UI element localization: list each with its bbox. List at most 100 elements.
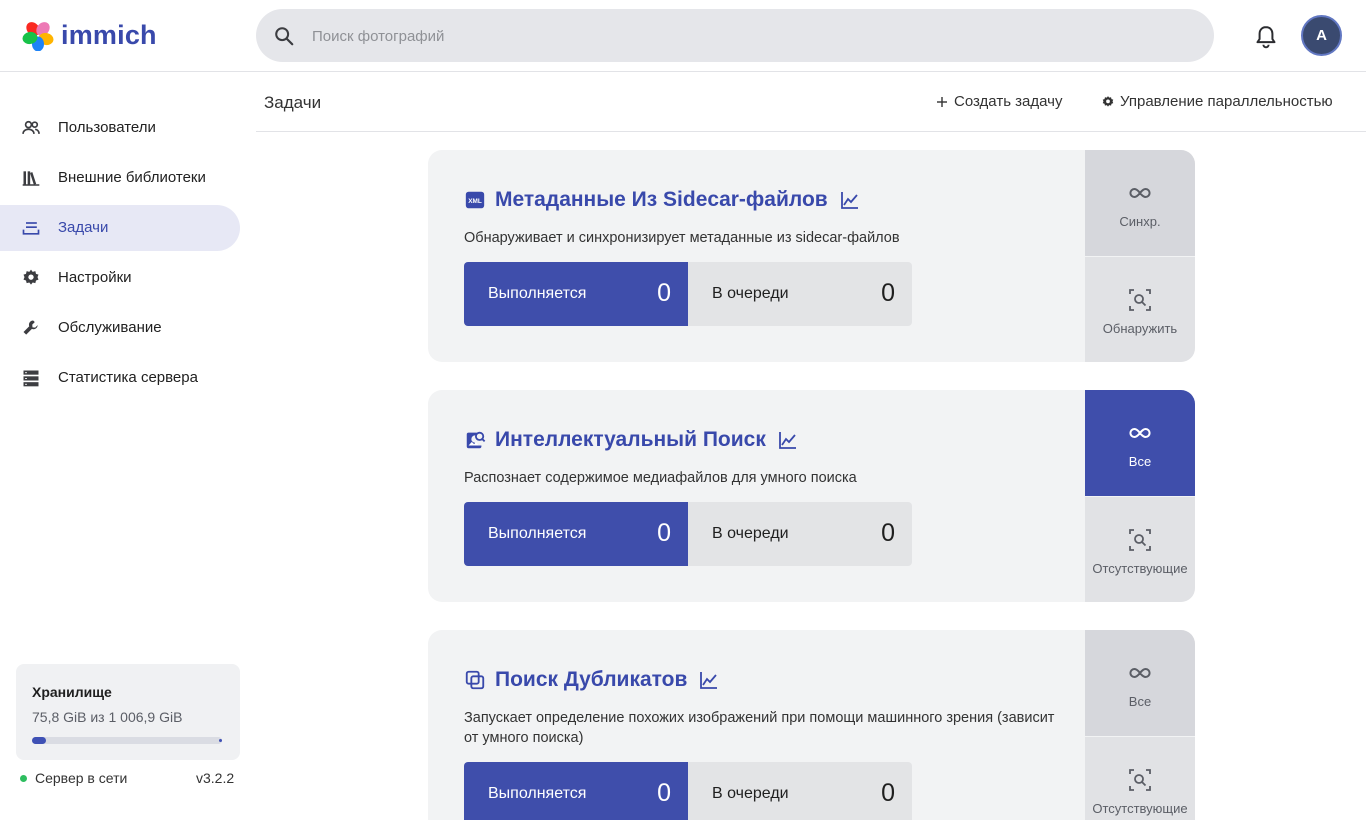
job-card-smart-search: Интеллектуальный Поиск Распознает содерж… [428,390,1195,602]
job-counters: Выполняется 0 В очереди 0 [464,262,912,326]
page-title: Задачи [264,93,322,112]
run-missing-label: Отсутствующие [1092,801,1188,816]
server-version[interactable]: v3.2.2 [196,770,234,786]
run-all-label: Все [1128,694,1152,709]
image-search-icon [466,431,486,449]
active-count: 0 [657,779,671,807]
sidebar-item-label: Внешние библиотеки [58,169,206,186]
discover-label: Обнаружить [1102,321,1178,336]
sidebar-item-maintenance[interactable]: Обслуживание [0,305,240,351]
sidebar-item-label: Пользователи [58,119,156,136]
storage-panel: Хранилище 75,8 GiB из 1 006,9 GiB [16,664,240,760]
jobs-icon [22,222,40,235]
active-label: Выполняется [488,525,587,542]
run-missing-label: Отсутствующие [1092,561,1188,576]
create-job-label: Создать задачу [954,93,1063,110]
duplicate-icon [465,670,485,690]
users-icon [22,120,40,134]
queued-label: В очереди [712,785,789,802]
storage-progress-fill [32,737,47,744]
job-title-row: XML Метаданные Из Sidecar-файлов [464,188,860,212]
chart-line-icon[interactable] [699,670,719,690]
server-status: Сервер в сети [20,770,127,786]
sidebar-item-server-stats[interactable]: Статистика сервера [0,355,240,401]
page-header: Задачи Создать задачу Управление паралле… [256,72,1366,132]
manage-concurrency-button[interactable]: Управление параллельностью [1101,93,1333,110]
active-label: Выполняется [488,785,587,802]
chart-line-icon[interactable] [840,190,860,210]
server-icon [23,370,39,387]
active-counter: Выполняется 0 [464,262,688,326]
gear-icon [23,269,39,285]
job-actions: Все Отсутствующие [1085,630,1195,820]
sidebar-item-label: Настройки [58,269,132,286]
immich-logo-icon [22,22,54,51]
library-icon [22,171,40,186]
active-count: 0 [657,279,671,307]
server-status-text: Сервер в сети [35,770,128,786]
run-all-button[interactable]: Все [1085,390,1195,496]
storage-progress-end [219,739,222,742]
manage-concurrency-label: Управление параллельностью [1120,93,1333,110]
job-description: Запускает определение похожих изображени… [464,710,1055,746]
run-missing-button[interactable]: Отсутствующие [1085,737,1195,820]
queued-counter: В очереди 0 [688,762,912,820]
queued-count: 0 [881,779,895,807]
infinity-icon [1129,187,1151,199]
sync-label: Синхр. [1119,214,1161,229]
status-dot-icon [20,774,27,782]
scan-search-icon [1129,289,1151,311]
discover-button[interactable]: Обнаружить [1085,257,1195,362]
sidebar-item-settings[interactable]: Настройки [0,255,240,301]
chart-line-icon[interactable] [778,430,798,450]
job-title-row: Поиск Дубликатов [464,668,719,692]
queued-count: 0 [881,519,895,547]
search-icon[interactable] [273,25,295,47]
sidebar-item-label: Обслуживание [58,319,162,336]
run-all-label: Все [1128,454,1152,469]
job-counters: Выполняется 0 В очереди 0 [464,762,912,820]
search-input[interactable] [312,21,1192,51]
gear-icon [1102,95,1114,107]
job-counters: Выполняется 0 В очереди 0 [464,502,912,566]
job-title: Метаданные Из Sidecar-файлов [495,188,828,211]
job-actions: Синхр. Обнаружить [1085,150,1195,362]
infinity-icon [1129,667,1151,679]
run-missing-button[interactable]: Отсутствующие [1085,497,1195,602]
storage-usage-text: 75,8 GiB из 1 006,9 GiB [32,709,183,725]
storage-title: Хранилище [32,684,112,700]
sidebar-item-label: Задачи [58,219,109,236]
sidebar-item-label: Статистика сервера [58,369,198,386]
bell-icon[interactable] [1252,23,1280,51]
sync-button[interactable]: Синхр. [1085,150,1195,256]
job-title: Интеллектуальный Поиск [495,428,766,451]
job-title: Поиск Дубликатов [495,668,688,691]
active-label: Выполняется [488,285,587,302]
job-actions: Все Отсутствующие [1085,390,1195,602]
xml-file-icon: XML [465,191,485,209]
sidebar-item-external-libraries[interactable]: Внешние библиотеки [0,155,240,201]
queued-counter: В очереди 0 [688,262,912,326]
queued-counter: В очереди 0 [688,502,912,566]
active-counter: Выполняется 0 [464,762,688,820]
queued-label: В очереди [712,525,789,542]
job-description: Распознает содержимое медиафайлов для ум… [464,470,857,486]
search-bar[interactable] [256,9,1214,62]
scan-search-icon [1129,769,1151,791]
user-avatar[interactable]: A [1301,15,1342,56]
infinity-icon [1129,427,1151,439]
job-description: Обнаруживает и синхронизирует метаданные… [464,230,900,246]
create-job-button[interactable]: Создать задачу [935,93,1062,110]
queued-count: 0 [881,279,895,307]
run-all-button[interactable]: Все [1085,630,1195,736]
sidebar-item-users[interactable]: Пользователи [0,105,240,151]
wrench-icon [23,320,38,335]
top-bar: immich A [0,0,1366,72]
logo[interactable]: immich [22,18,157,52]
scan-search-icon [1129,529,1151,551]
sidebar-item-jobs[interactable]: Задачи [0,205,240,251]
job-title-row: Интеллектуальный Поиск [464,428,798,452]
active-count: 0 [657,519,671,547]
queued-label: В очереди [712,285,789,302]
svg-text:XML: XML [468,198,482,205]
